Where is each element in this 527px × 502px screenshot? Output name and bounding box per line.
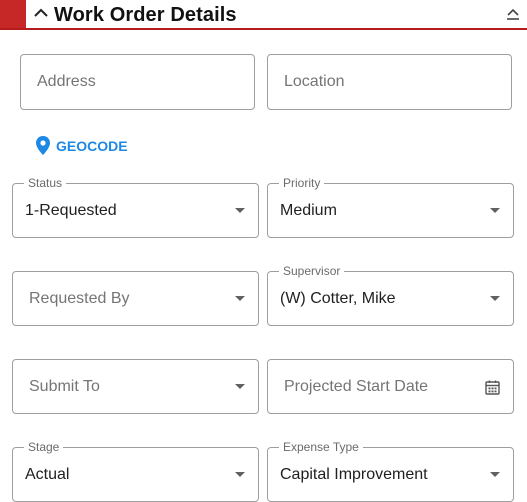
projected-start-date-placeholder: Projected Start Date [284,377,429,395]
stage-label: Stage [24,441,64,454]
stage-value: Actual [25,465,70,483]
chevron-up-icon[interactable] [34,8,48,18]
expense-type-value: Capital Improvement [280,465,428,483]
dropdown-arrow-icon [490,207,500,213]
dropdown-arrow-icon [235,295,245,301]
dropdown-arrow-icon [235,207,245,213]
expense-type-select[interactable]: Expense Type Capital Improvement [267,441,514,502]
priority-label: Priority [279,177,325,190]
header-accent-bar [0,0,26,28]
dropdown-arrow-icon [490,295,500,301]
submit-to-placeholder: Submit To [29,377,100,395]
status-value: 1-Requested [25,201,117,219]
priority-value: Medium [280,201,337,219]
supervisor-value: (W) Cotter, Mike [280,289,396,307]
calendar-icon[interactable] [485,380,500,395]
requested-by-placeholder: Requested By [29,289,130,307]
priority-select[interactable]: Priority Medium [267,177,514,238]
supervisor-label: Supervisor [279,265,345,278]
supervisor-select[interactable]: Supervisor (W) Cotter, Mike [267,265,514,326]
submit-to-select[interactable]: Submit To [12,359,259,414]
location-field[interactable]: Location [267,54,512,110]
stage-select[interactable]: Stage Actual [12,441,259,502]
section-title: Work Order Details [54,4,237,26]
status-select[interactable]: Status 1-Requested [12,177,259,238]
projected-start-date-field[interactable]: Projected Start Date [267,359,514,414]
location-placeholder: Location [284,73,345,90]
geocode-label: GEOCODE [56,138,128,154]
dropdown-arrow-icon [235,383,245,389]
requested-by-select[interactable]: Requested By [12,271,259,326]
expense-type-label: Expense Type [279,441,363,454]
location-pin-icon [36,136,50,155]
dropdown-arrow-icon [490,471,500,477]
dropdown-arrow-icon [235,471,245,477]
address-placeholder: Address [37,73,96,90]
address-field[interactable]: Address [20,54,255,110]
collapse-icon[interactable] [505,6,521,22]
status-label: Status [24,177,67,190]
section-header: Work Order Details [0,0,527,30]
